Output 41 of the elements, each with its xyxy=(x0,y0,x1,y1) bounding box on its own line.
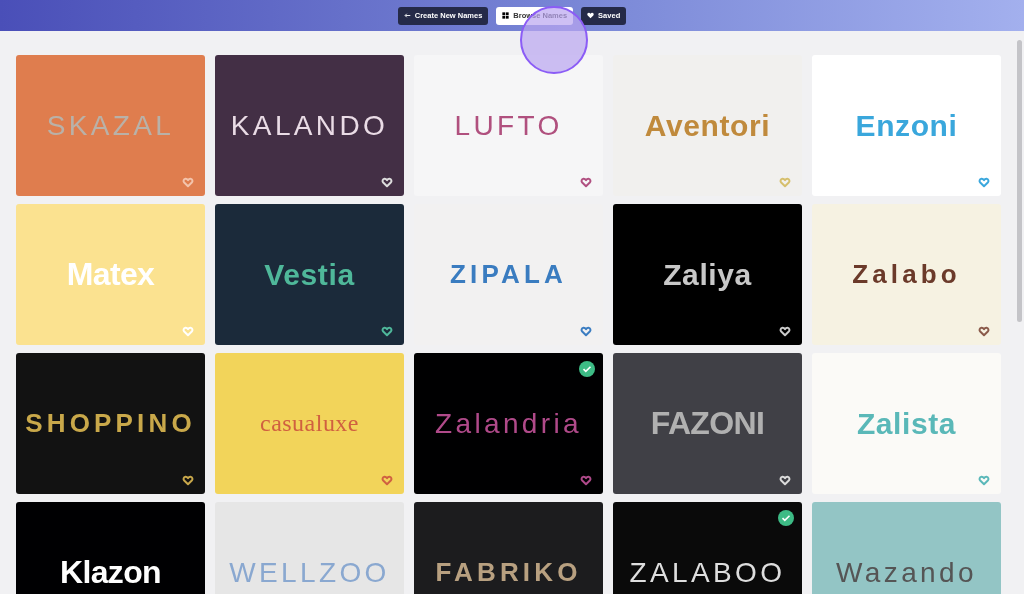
grid-icon xyxy=(502,12,510,19)
brand-logo-text: WELLZOO xyxy=(229,556,390,589)
heart-icon xyxy=(587,12,595,19)
name-card[interactable]: Klazon xyxy=(16,502,205,594)
brand-logo-text: Wazando xyxy=(836,556,977,589)
name-card[interactable]: FABRIKO xyxy=(414,502,603,594)
name-card[interactable]: FAZONI xyxy=(613,353,802,494)
brand-logo-text: Aventori xyxy=(644,108,771,143)
name-card[interactable]: Zaliya xyxy=(613,204,802,345)
name-card[interactable]: Zalandria xyxy=(414,353,603,494)
brand-logo-text: Vestia xyxy=(264,257,355,292)
name-card[interactable]: Enzoni xyxy=(812,55,1001,196)
name-card[interactable]: Wazando xyxy=(812,502,1001,594)
brand-logo-text: KALANDO xyxy=(230,109,389,142)
brand-logo-text: Zalandria xyxy=(435,407,582,440)
name-card[interactable]: ZALABOO xyxy=(613,502,802,594)
brand-logo-text: ZALABOO xyxy=(629,556,786,589)
brand-logo-text: Klazon xyxy=(59,554,162,591)
brand-logo-text: casualuxe xyxy=(260,410,359,437)
brand-logo-text: ZIPALA xyxy=(450,259,567,290)
brand-logo-text: Zalista xyxy=(856,406,957,441)
name-card[interactable]: KALANDO xyxy=(215,55,404,196)
heart-icon[interactable] xyxy=(382,327,392,336)
brand-logo-text: SKAZAL xyxy=(46,109,175,142)
name-card[interactable]: casualuxe xyxy=(215,353,404,494)
name-card[interactable]: Vestia xyxy=(215,204,404,345)
name-card[interactable]: Zalabo xyxy=(812,204,1001,345)
name-card[interactable]: SHOPPINO xyxy=(16,353,205,494)
brand-logo-text: LUFTO xyxy=(454,109,563,142)
name-card[interactable]: Aventori xyxy=(613,55,802,196)
brand-logo-text: Zaliya xyxy=(663,257,752,292)
name-card[interactable]: LUFTO xyxy=(414,55,603,196)
brand-logo-text: Zalabo xyxy=(852,259,961,290)
brand-logo-text: Matex xyxy=(66,256,155,293)
scrollbar-thumb[interactable] xyxy=(1017,40,1022,322)
back-arrow-icon xyxy=(403,12,411,19)
brand-logo-text: FABRIKO xyxy=(435,557,582,588)
brand-logo-text: SHOPPINO xyxy=(25,408,196,439)
brand-logo-text: Enzoni xyxy=(855,108,958,143)
brand-logo-text: FAZONI xyxy=(650,405,765,442)
heart-icon[interactable] xyxy=(183,476,193,485)
